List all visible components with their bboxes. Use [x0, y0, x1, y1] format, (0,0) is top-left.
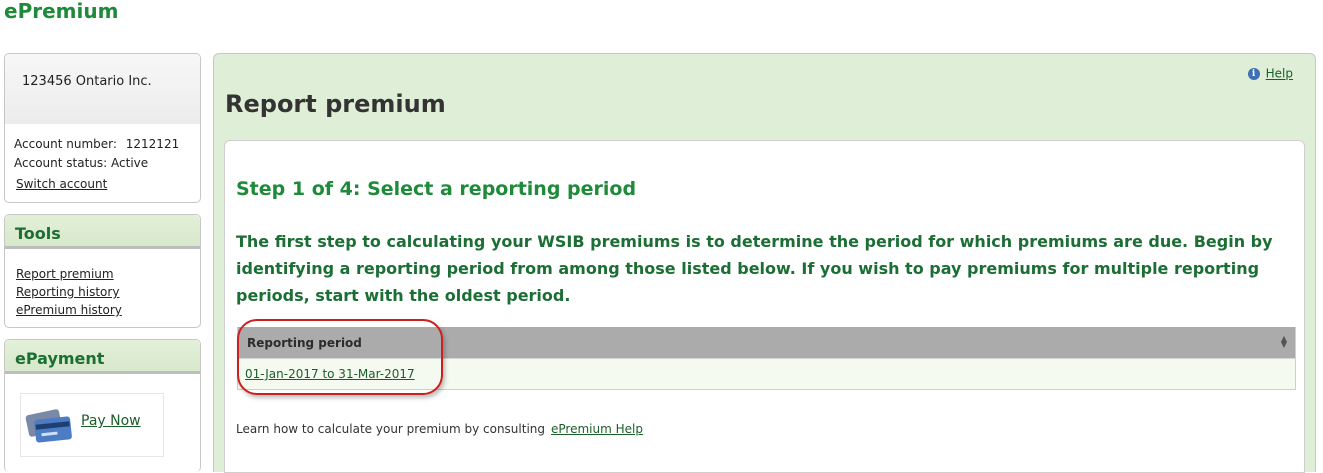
tools-header: Tools	[5, 215, 200, 249]
main-panel: i Help Report premium Step 1 of 4: Select…	[213, 53, 1316, 473]
tools-title: Tools	[15, 224, 61, 243]
epayment-header: ePayment	[5, 340, 200, 374]
report-premium-link[interactable]: Report premium	[16, 267, 114, 281]
credit-card-icon	[25, 409, 72, 443]
switch-account-link[interactable]: Switch account	[16, 177, 107, 191]
epremium-help-link[interactable]: ePremium Help	[551, 422, 643, 436]
account-status-label: Account status:	[14, 156, 108, 170]
info-icon[interactable]: i	[1247, 67, 1260, 80]
pay-now-link[interactable]: Pay Now	[81, 413, 141, 429]
account-status-value: Active	[111, 156, 149, 170]
help-area: i Help	[1247, 66, 1293, 81]
account-panel: 123456 Ontario Inc. Account number: 1212…	[4, 53, 201, 203]
company-name: 123456 Ontario Inc.	[22, 74, 152, 89]
account-number-value: 1212121	[125, 137, 180, 151]
epayment-title: ePayment	[15, 349, 105, 368]
content-card: Step 1 of 4: Select a reporting period T…	[224, 140, 1305, 473]
account-number-row: Account number: 1212121	[14, 137, 179, 151]
account-status-row: Account status: Active	[14, 156, 148, 170]
brand-title: ePremium	[4, 0, 119, 23]
intro-text: The first step to calculating your WSIB …	[236, 232, 1273, 305]
help-link[interactable]: Help	[1266, 67, 1293, 81]
epremium-history-link[interactable]: ePremium history	[16, 303, 122, 317]
epayment-panel: ePayment Pay Now	[4, 339, 201, 472]
pay-now-box[interactable]: Pay Now	[20, 393, 164, 457]
tools-panel: Tools Report premium Reporting history e…	[4, 214, 201, 328]
step-title: Step 1 of 4: Select a reporting period	[236, 178, 637, 200]
annotation-highlight	[237, 319, 443, 395]
account-number-label: Account number:	[14, 137, 117, 151]
footer-note: Learn how to calculate your premium by c…	[236, 422, 643, 436]
account-name-area: 123456 Ontario Inc.	[5, 54, 200, 124]
footer-text: Learn how to calculate your premium by c…	[236, 422, 545, 436]
reporting-history-link[interactable]: Reporting history	[16, 285, 119, 299]
page-title: Report premium	[225, 90, 446, 118]
sort-icon[interactable]: ▲ ▼	[1281, 335, 1287, 349]
